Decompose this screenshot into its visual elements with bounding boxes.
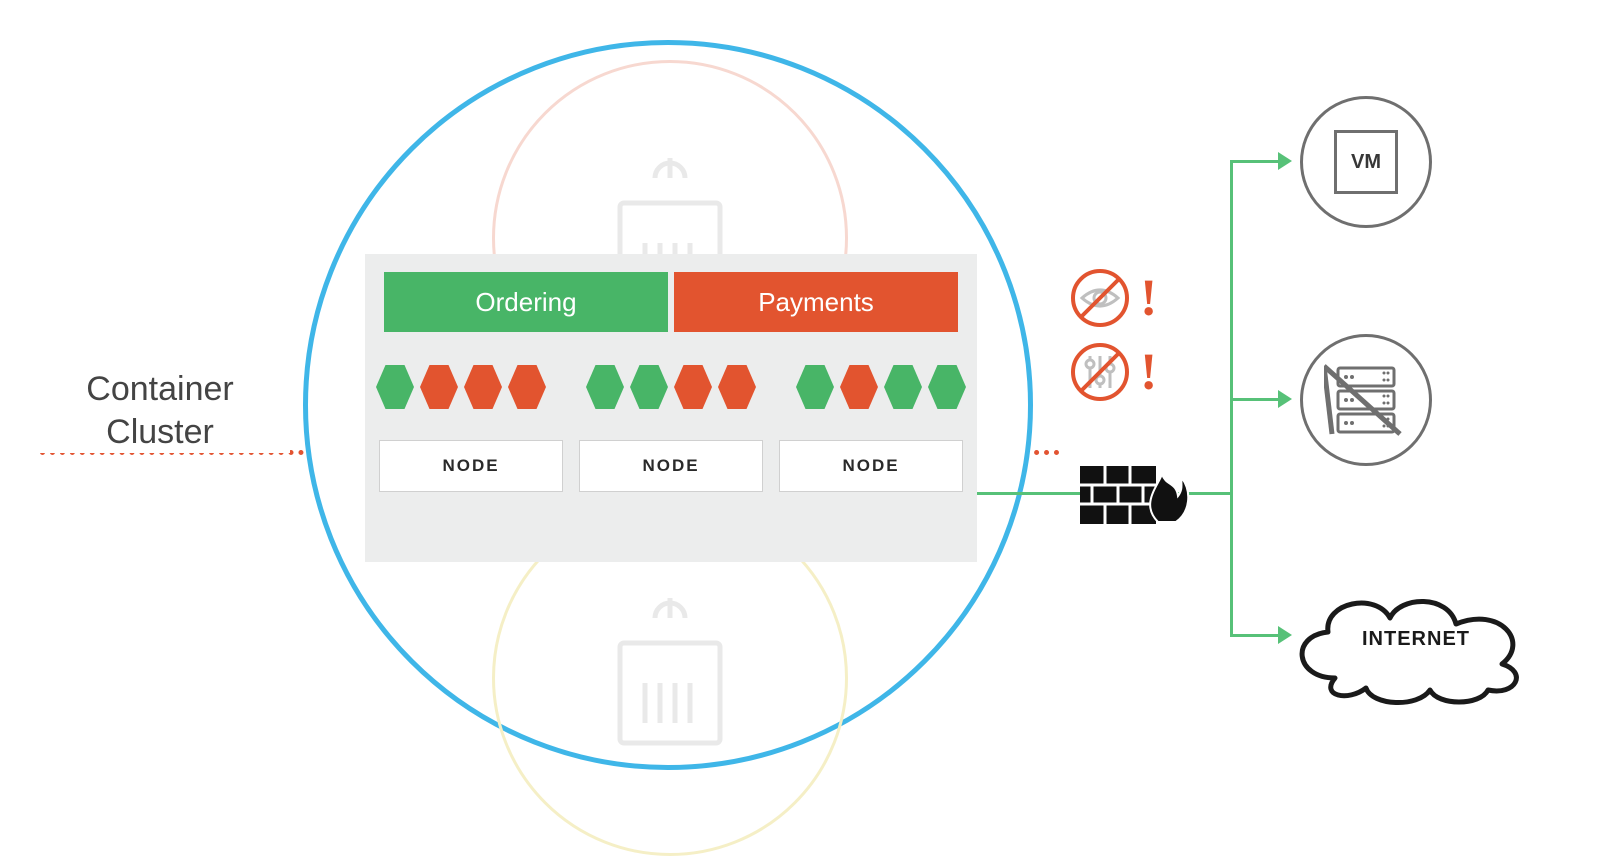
target-server [1300, 334, 1432, 466]
nodes-row: NODE NODE NODE [365, 440, 977, 492]
vm-circle: VM [1300, 96, 1432, 228]
services-row: Ordering Payments [365, 272, 977, 332]
service-ordering: Ordering [384, 272, 668, 332]
server-circle [1300, 334, 1432, 466]
warnings-column: ! ! [1070, 268, 1157, 402]
pod-hexagon [718, 365, 756, 409]
server-rack-icon [1324, 358, 1408, 442]
connector-line [960, 492, 1090, 495]
pod-hexagon [884, 365, 922, 409]
no-visibility-warning: ! [1070, 268, 1157, 328]
connector-line [1230, 398, 1280, 401]
node-box: NODE [579, 440, 763, 492]
pod-hexagon [420, 365, 458, 409]
cluster-panel: Ordering Payments [365, 254, 977, 562]
target-internet: INTERNET [1280, 578, 1540, 713]
internet-label: INTERNET [1362, 628, 1470, 651]
hex-group-1 [376, 365, 546, 409]
cluster-label-text: Container Cluster [86, 370, 233, 451]
cluster-label: Container Cluster [30, 368, 290, 453]
node-box: NODE [779, 440, 963, 492]
exclamation-icon: ! [1140, 343, 1157, 402]
firewall-icon [1080, 452, 1190, 537]
vm-label: VM [1351, 151, 1381, 174]
hex-group-3 [796, 365, 966, 409]
node-label: NODE [442, 456, 499, 476]
node-label: NODE [642, 456, 699, 476]
pod-hexagon [630, 365, 668, 409]
no-visibility-icon [1070, 268, 1130, 328]
no-control-warning: ! [1070, 342, 1157, 402]
node-label: NODE [842, 456, 899, 476]
vm-box: VM [1334, 130, 1398, 194]
pod-hexagon [464, 365, 502, 409]
hexagon-row [365, 360, 977, 414]
target-vm: VM [1300, 96, 1432, 228]
pod-hexagon [508, 365, 546, 409]
arrowhead-icon [1278, 390, 1292, 408]
pod-hexagon [586, 365, 624, 409]
service-ordering-label: Ordering [475, 287, 576, 318]
pod-hexagon [674, 365, 712, 409]
pod-hexagon [840, 365, 878, 409]
connector-line [1230, 160, 1280, 163]
diagram-stage: Container Cluster Ordering [0, 0, 1600, 798]
no-control-icon [1070, 342, 1130, 402]
hex-group-2 [586, 365, 756, 409]
pod-hexagon [376, 365, 414, 409]
node-box: NODE [379, 440, 563, 492]
pod-hexagon [928, 365, 966, 409]
connector-line [1230, 634, 1280, 637]
pod-hexagon [796, 365, 834, 409]
exclamation-icon: ! [1140, 269, 1157, 328]
service-payments: Payments [674, 272, 958, 332]
service-payments-label: Payments [758, 287, 874, 318]
arrowhead-icon [1278, 152, 1292, 170]
